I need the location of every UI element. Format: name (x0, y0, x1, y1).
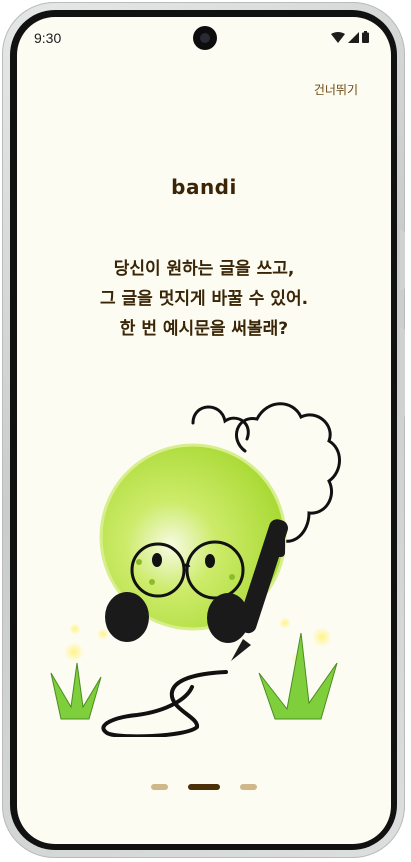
volume-button (400, 328, 405, 418)
wifi-icon (331, 31, 345, 43)
status-time: 9:30 (34, 30, 62, 46)
sparkle (64, 642, 84, 662)
battery-icon (362, 31, 369, 43)
sparkle (312, 627, 332, 647)
headline-line-1: 당신이 원하는 글을 쓰고, (113, 259, 295, 279)
page-dot-3[interactable] (240, 784, 257, 790)
sparkle (97, 628, 109, 640)
page-dot-1[interactable] (151, 784, 168, 790)
pen-scribble (101, 670, 228, 737)
status-icons (331, 31, 369, 43)
sparkle (279, 617, 291, 629)
eye-right (205, 554, 215, 568)
logo: bandi (171, 175, 237, 199)
grass-icon (50, 662, 102, 720)
status-bar: 9:30 (17, 17, 391, 57)
onboarding-screen: 9:30 건너뛰기 bandi 당신이 원하는 글을 쓰고, 그 글을 멋지게 … (17, 17, 391, 844)
headline: 당신이 원하는 글을 쓰고, 그 글을 멋지게 바꿀 수 있어. 한 번 예시문… (17, 254, 391, 344)
page-indicator (17, 784, 391, 790)
character-illustration (50, 402, 341, 737)
skip-button[interactable]: 건너뛰기 (314, 81, 358, 98)
power-button (400, 230, 405, 290)
signal-icon (348, 31, 359, 43)
camera-icon (193, 26, 217, 50)
headline-line-3: 한 번 예시문을 써볼래? (119, 319, 289, 339)
headline-line-2: 그 글을 멋지게 바꿀 수 있어. (99, 289, 309, 309)
page-dot-2-active[interactable] (188, 784, 220, 790)
hand-left (105, 592, 149, 642)
sparkle (69, 623, 81, 635)
eye-left (152, 553, 162, 567)
